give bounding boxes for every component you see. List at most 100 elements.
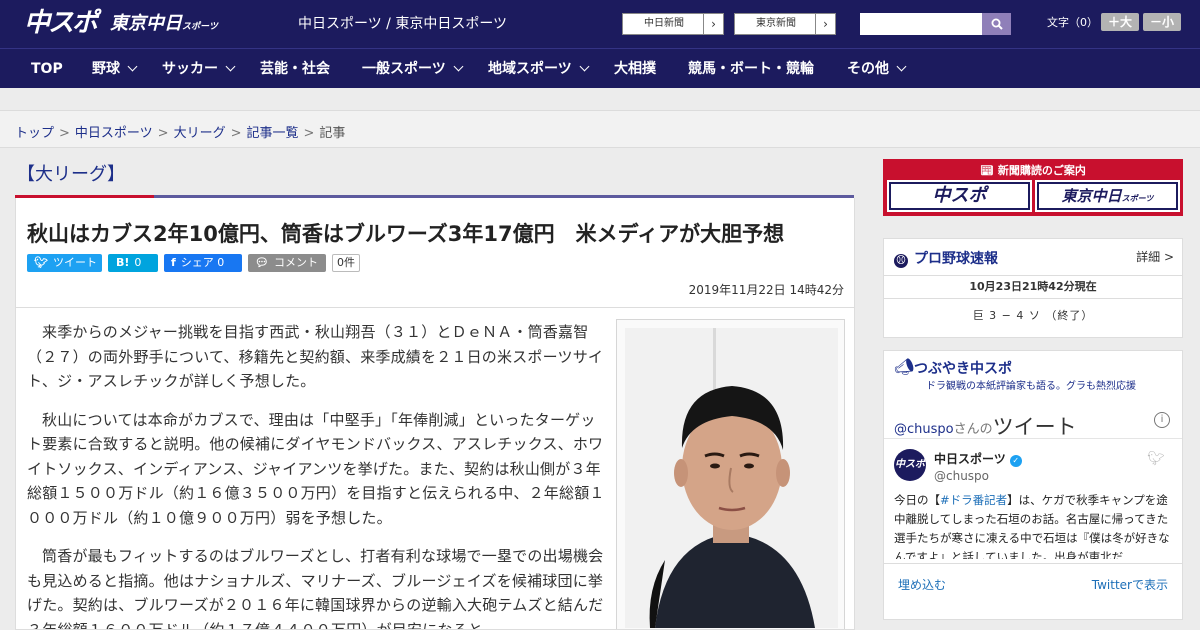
facebook-count: 0 (217, 256, 225, 269)
chevron-down-icon (453, 61, 464, 72)
chevron-down-icon (225, 61, 236, 72)
tokyo-shimbun-link[interactable]: 東京新聞 › (734, 13, 836, 35)
photo-frame (616, 319, 845, 629)
subscribe-chuspo-logo: 中スポ (887, 180, 1032, 212)
breadcrumb-bar: トップ > 中日スポーツ > 大リーグ > 記事一覧 > 記事 (0, 110, 1200, 148)
nav-label: 芸能・社会 (260, 61, 330, 77)
chunichi-shimbun-link[interactable]: 中日新聞 › (622, 13, 724, 35)
article-headline: 秋山はカブス2年10億円、筒香はブルワーズ3年17億円 米メディアが大胆予想 (27, 222, 785, 246)
site-name[interactable]: 中日スポーツ / 東京中日スポーツ (298, 15, 507, 33)
breadcrumb-current: 記事 (319, 126, 346, 141)
avatar[interactable]: 中スポ (894, 449, 926, 481)
header-spacer (0, 88, 1200, 110)
view-on-twitter-link[interactable]: Twitterで表示 (1092, 576, 1168, 593)
hatena-count: 0 (134, 256, 142, 269)
subscription-banner[interactable]: 📰︎ 新聞購読のご案内 中スポ 東京中日スポーツ (883, 159, 1183, 216)
speech-bubble-icon: 💬︎ (255, 256, 269, 269)
timeline-heading: @chuspoさんのツイート (894, 410, 1077, 440)
tweet-text-prefix: 今日の【 (894, 493, 940, 507)
timeline-handle-suffix: さんの (953, 422, 993, 437)
hatena-bookmark-button[interactable]: B! 0 (108, 254, 158, 272)
nav-item-racing[interactable]: 競馬・ボート・競輪 (688, 49, 814, 89)
chevron-down-icon (896, 61, 907, 72)
twitter-bird-icon[interactable]: 🐦︎ (1147, 451, 1165, 467)
player-portrait-image (625, 328, 838, 628)
baseball-icon: ⚾︎ (894, 254, 908, 268)
nav-label: 大相撲 (614, 61, 656, 77)
subscription-label: 📰︎ 新聞購読のご案内 (883, 162, 1183, 178)
article-header: 秋山はカブス2年10億円、筒香はブルワーズ3年17億円 米メディアが大胆予想 🐦… (15, 198, 855, 308)
info-icon[interactable]: i (1154, 412, 1170, 428)
tokyo-chunichi-logo[interactable]: 東京中日スポーツ (110, 10, 218, 38)
nav-item-top[interactable]: TOP (31, 49, 63, 89)
breadcrumb: トップ > 中日スポーツ > 大リーグ > 記事一覧 > 記事 (15, 122, 345, 141)
chevron-down-icon (579, 61, 590, 72)
timeline-header: @chuspoさんのツイート i (894, 404, 1174, 439)
article-paragraph: 秋山については本命がカブスで、理由は「中堅手」「年俸削減」といったターゲット要素… (27, 410, 605, 527)
tweet-text: 今日の【#ドラ番記者】は、ケガで秋季キャンプを途中離脱してしまった石垣のお話。名… (894, 491, 1174, 559)
breadcrumb-chuspo[interactable]: 中日スポーツ (75, 126, 153, 141)
chevron-right-icon: › (815, 14, 835, 34)
font-size-label: 文字（0） (1047, 16, 1098, 29)
megaphone-icon: 📣︎ (894, 357, 915, 376)
breadcrumb-top[interactable]: トップ (15, 126, 54, 141)
search-button[interactable] (982, 13, 1011, 35)
score-game-result[interactable]: 巨 3 − 4 ソ （終了） (884, 307, 1182, 323)
logo-border (889, 182, 1030, 210)
article-body: 来季からのメジャー挑戦を目指す西武・秋山翔吾（３１）とＤｅＮＡ・筒香嘉智（２７）… (15, 308, 855, 630)
nav-label: 地域スポーツ (488, 61, 572, 77)
nav-item-sumo[interactable]: 大相撲 (614, 49, 656, 89)
embed-link[interactable]: 埋め込む (898, 576, 946, 593)
logo-border (1037, 182, 1178, 210)
nav-item-soccer[interactable]: サッカー (162, 49, 236, 89)
nav-item-other[interactable]: その他 (847, 49, 907, 89)
timeline-footer: 埋め込む Twitterで表示 (884, 563, 1182, 601)
category-title: 【大リーグ】 (17, 164, 125, 185)
breadcrumb-separator: > (59, 126, 70, 141)
baseball-widget-title: ⚾︎ プロ野球速報 (894, 248, 998, 268)
breadcrumb-mlb[interactable]: 大リーグ (174, 126, 226, 141)
twitter-widget-subtitle: ドラ観戦の本紙評論家も語る。グラも熱烈応援 (926, 381, 1136, 392)
twitter-bird-icon: 🐦︎ (34, 256, 48, 269)
search-icon (991, 18, 1003, 30)
tweet-label: ツイート (52, 256, 97, 269)
site-header: 中スポ 東京中日スポーツ 中日スポーツ / 東京中日スポーツ 中日新聞 › 東京… (0, 0, 1200, 48)
breadcrumb-separator: > (230, 126, 242, 141)
nav-label: TOP (31, 61, 63, 77)
twitter-widget-title: つぶやき中スポ (914, 361, 1012, 377)
chevron-down-icon (127, 61, 138, 72)
nav-item-regional-sports[interactable]: 地域スポーツ (488, 49, 590, 89)
nav-item-entertainment[interactable]: 芸能・社会 (260, 49, 330, 89)
comment-button[interactable]: 💬︎ コメント (248, 254, 326, 272)
nav-label: 一般スポーツ (362, 61, 446, 77)
font-bigger-button[interactable]: ＋大 (1101, 13, 1139, 31)
publish-date: 2019年11月22日 14時42分 (688, 283, 844, 297)
font-smaller-button[interactable]: －小 (1143, 13, 1181, 31)
player-photo[interactable] (625, 328, 838, 628)
facebook-icon: f (171, 256, 176, 269)
breadcrumb-article-list[interactable]: 記事一覧 (247, 126, 299, 141)
newspaper-icon: 📰︎ (980, 164, 998, 177)
tweet-button[interactable]: 🐦︎ ツイート (27, 254, 102, 272)
nav-label: サッカー (162, 61, 218, 77)
timeline-handle-link[interactable]: @chuspo (894, 422, 954, 437)
baseball-scores-widget: ⚾︎ プロ野球速報 詳細 > 10月23日21時42分現在 巨 3 − 4 ソ （… (883, 238, 1183, 338)
chuspo-logo[interactable]: 中スポ (24, 6, 102, 40)
tweet-author-handle[interactable]: @chuspo (934, 469, 989, 483)
tweet-hashtag[interactable]: #ドラ番記者 (940, 493, 1007, 507)
breadcrumb-separator: > (303, 126, 315, 141)
article-paragraph: 来季からのメジャー挑戦を目指す西武・秋山翔吾（３１）とＤｅＮＡ・筒香嘉智（２７）… (27, 323, 604, 390)
facebook-share-button[interactable]: f シェア 0 (164, 254, 242, 272)
subscription-text: 新聞購読のご案内 (997, 164, 1086, 177)
hatena-icon: B! (116, 256, 130, 269)
baseball-details-link[interactable]: 詳細 > (1136, 248, 1174, 265)
ext-link-label: 東京新聞 (756, 18, 796, 29)
chevron-right-icon: › (703, 14, 723, 34)
tweet-author[interactable]: 中日スポーツ ✓ (934, 450, 1022, 467)
nav-item-general-sports[interactable]: 一般スポーツ (362, 49, 464, 89)
timeline-heading-text: ツイート (992, 415, 1077, 439)
search-input[interactable] (860, 13, 982, 35)
nav-item-baseball[interactable]: 野球 (92, 49, 138, 89)
twitter-widget: 📣︎ つぶやき中スポ ドラ観戦の本紙評論家も語る。グラも熱烈応援 @chuspo… (883, 350, 1183, 620)
tweet-author-name: 中日スポーツ (934, 452, 1006, 466)
